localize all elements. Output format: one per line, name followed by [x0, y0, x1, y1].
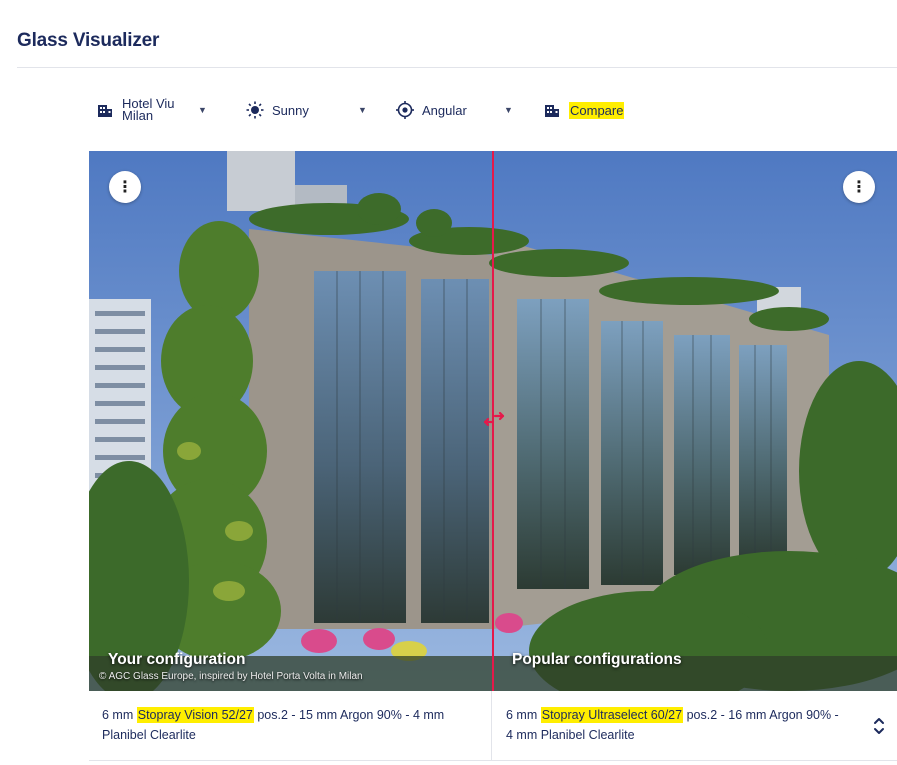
- weather-select[interactable]: Sunny ▼: [246, 101, 396, 119]
- popular-configurations-label: Popular configurations: [512, 651, 682, 668]
- view-select-label: Angular: [422, 102, 467, 118]
- compare-button-label: Compare: [569, 101, 625, 119]
- chevron-down-icon: ▼: [198, 105, 207, 115]
- your-configuration-description: 6 mm Stopray Vision 52/27 pos.2 - 15 mm …: [89, 691, 492, 761]
- configuration-details: 6 mm Stopray Vision 52/27 pos.2 - 15 mm …: [89, 691, 897, 761]
- building-icon: [96, 101, 114, 119]
- left-menu-button[interactable]: ⋮: [109, 171, 141, 203]
- chevron-up-down-icon: [874, 717, 884, 734]
- expand-toggle[interactable]: [861, 691, 897, 760]
- config-prefix: 6 mm: [506, 708, 541, 722]
- compare-button[interactable]: Compare: [543, 101, 625, 119]
- visualizer-toolbar: Hotel Viu Milan ▼ Sunny ▼ Angular ▼ Comp…: [96, 92, 625, 128]
- popular-configuration-description: 6 mm Stopray Ultraselect 60/27 pos.2 - 1…: [492, 691, 852, 760]
- building-select[interactable]: Hotel Viu Milan ▼: [96, 96, 246, 123]
- image-credit: © AGC Glass Europe, inspired by Hotel Po…: [99, 671, 363, 682]
- camera-angle-icon: [396, 101, 414, 119]
- product-name[interactable]: Stopray Vision 52/27: [136, 707, 254, 723]
- your-configuration-label: Your configuration: [108, 651, 246, 668]
- title-divider: [17, 67, 897, 68]
- sun-icon: [246, 101, 264, 119]
- product-name[interactable]: Stopray Ultraselect 60/27: [540, 707, 684, 723]
- drag-handle-icon[interactable]: [481, 407, 507, 431]
- config-prefix: 6 mm: [102, 708, 137, 722]
- right-menu-button[interactable]: ⋮: [843, 171, 875, 203]
- building-select-label: Hotel Viu Milan: [122, 96, 175, 123]
- building-compare-icon: [543, 101, 561, 119]
- popular-configuration-panel: 6 mm Stopray Ultraselect 60/27 pos.2 - 1…: [492, 691, 897, 761]
- chevron-down-icon: ▼: [358, 105, 367, 115]
- view-select[interactable]: Angular ▼: [396, 101, 543, 119]
- chevron-down-icon: ▼: [504, 105, 513, 115]
- page-title: Glass Visualizer: [17, 30, 160, 51]
- building-render-viewer[interactable]: ⋮ ⋮ Your configuration Popular configura…: [89, 151, 897, 691]
- weather-select-label: Sunny: [272, 102, 309, 118]
